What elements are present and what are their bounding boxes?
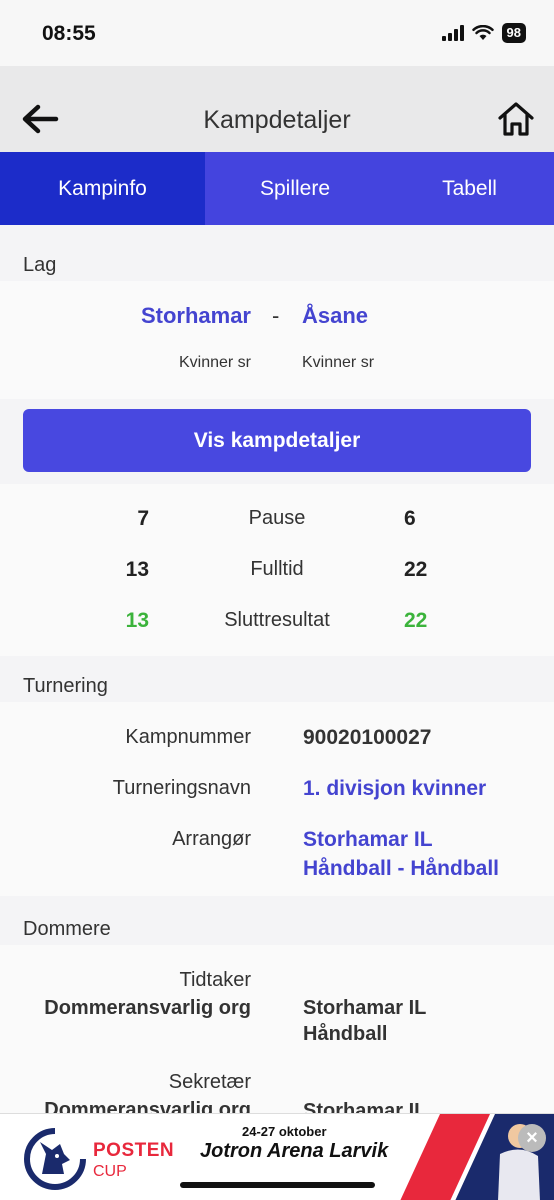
home-team-class: Kvinner sr: [178, 354, 251, 371]
score-label-pause: Pause: [248, 507, 306, 529]
page-title: Kampdetaljer: [203, 106, 351, 134]
teams-panel: Storhamar - Åsane Kvinner sr Kvinner sr: [0, 281, 554, 399]
organizer-line2: Håndball - Håndball: [303, 857, 500, 880]
app-header: Kampdetaljer: [0, 66, 554, 152]
score-label-final: Sluttresultat: [224, 609, 330, 631]
section-label-turnering: Turnering: [23, 675, 108, 697]
score-label-fulltime: Fulltid: [250, 558, 304, 580]
status-bar: 08:55 98: [0, 0, 554, 66]
ad-date: 24-27 oktober: [242, 1124, 327, 1139]
battery-indicator: 98: [501, 23, 526, 43]
away-team-class: Kvinner sr: [302, 354, 375, 371]
ad-venue: Jotron Arena Larvik: [200, 1140, 389, 1162]
score-row-final: 13 Sluttresultat 22: [0, 609, 554, 649]
wolf-logo-icon: [24, 1128, 86, 1190]
ad-brand: POSTEN: [93, 1140, 175, 1161]
match-number-label: Kampnummer: [125, 726, 251, 748]
away-score-fulltime: 22: [404, 558, 428, 581]
section-label-dommere: Dommere: [23, 918, 111, 940]
away-team-link[interactable]: Åsane: [302, 303, 368, 329]
referees-panel: Tidtaker Dommeransvarlig org Storhamar I…: [0, 945, 554, 1113]
score-row-fulltime: 13 Fulltid 22: [0, 558, 554, 598]
away-score-pause: 6: [404, 507, 416, 530]
timekeeper-org-value: Storhamar IL Håndball: [303, 995, 426, 1047]
secretary-role: Sekretær: [168, 1071, 251, 1093]
section-label-lag: Lag: [23, 254, 57, 276]
secretary-org-line1: Storhamar IL: [303, 1100, 427, 1113]
organizer-link[interactable]: Storhamar IL Håndball - Håndball: [303, 825, 499, 883]
tab-spillere[interactable]: Spillere: [205, 152, 385, 225]
timekeeper-org-line1: Storhamar IL: [303, 997, 427, 1019]
tournament-name-link[interactable]: 1. divisjon kvinner: [303, 774, 486, 803]
close-icon[interactable]: ×: [518, 1124, 546, 1152]
away-score-final: 22: [404, 609, 428, 632]
home-indicator: [180, 1182, 375, 1188]
tab-kampinfo[interactable]: Kampinfo: [0, 152, 205, 225]
wifi-icon: [471, 25, 494, 40]
scores-panel: 7 Pause 6 13 Fulltid 22 13 Sluttresultat…: [0, 484, 554, 656]
match-number-value: 90020100027: [303, 726, 432, 749]
secretary-org-label: Dommeransvarlig org: [44, 1099, 251, 1113]
home-icon[interactable]: [496, 100, 536, 138]
home-team-link[interactable]: Storhamar: [141, 303, 251, 329]
ad-cup: CUP: [93, 1163, 127, 1180]
signal-icon: [441, 25, 464, 41]
status-icons: 98: [441, 23, 526, 43]
team-separator: -: [272, 303, 280, 328]
tab-bar: Kampinfo Spillere Tabell: [0, 152, 554, 225]
status-time: 08:55: [42, 22, 96, 45]
show-match-details-button[interactable]: Vis kampdetaljer: [23, 409, 531, 472]
tournament-panel: Kampnummer 90020100027 Turneringsnavn 1.…: [0, 702, 554, 896]
timekeeper-org-label: Dommeransvarlig org: [44, 997, 251, 1019]
organizer-label: Arrangør: [172, 828, 251, 850]
timekeeper-role: Tidtaker: [179, 969, 251, 991]
score-row-pause: 7 Pause 6: [0, 507, 554, 547]
tab-tabell[interactable]: Tabell: [385, 152, 554, 225]
timekeeper-org-line2: Håndball: [303, 1023, 388, 1045]
organizer-line1: Storhamar IL: [303, 828, 433, 851]
tournament-name-label: Turneringsnavn: [112, 777, 251, 799]
